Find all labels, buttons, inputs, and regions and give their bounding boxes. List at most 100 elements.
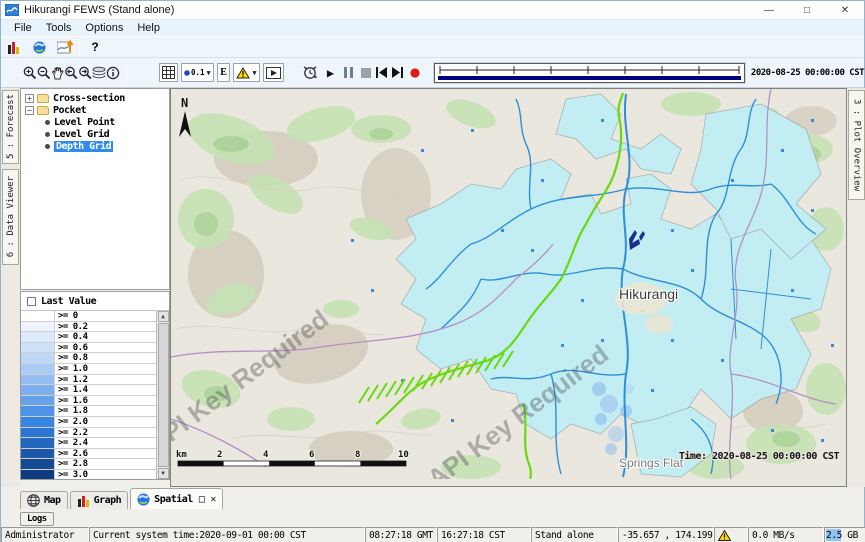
labels-toggle-button[interactable]: E: [217, 63, 231, 82]
legend-value-label: >= 0: [55, 311, 156, 321]
flat-label: Springs Flat: [619, 456, 684, 470]
minimize-button[interactable]: —: [750, 1, 788, 19]
thresholds-dropdown[interactable]: ▼: [233, 63, 259, 82]
tree-item-level-point[interactable]: Level Point: [21, 116, 169, 128]
tab-graph-label: Graph: [94, 495, 122, 506]
pause-icon[interactable]: [341, 63, 355, 83]
tab-map[interactable]: Map: [20, 491, 68, 509]
legend-value-label: >= 1.6: [55, 396, 156, 406]
legend-value-label: >= 0.8: [55, 353, 156, 363]
menu-item[interactable]: Options: [78, 22, 130, 34]
tab-spatial[interactable]: Spatial □ ✕: [130, 488, 223, 509]
sidebar-tab-forecast[interactable]: 5 : Forecast: [2, 90, 19, 164]
status-warning[interactable]: [714, 527, 748, 542]
legend-value-label: >= 0.2: [55, 322, 156, 332]
scrollbar-thumb[interactable]: [158, 323, 169, 467]
right-tab-strip: 3 : Plot Overview: [847, 88, 865, 487]
legend-row[interactable]: >= 1.8: [21, 406, 156, 417]
animation-dialog-icon[interactable]: [263, 63, 284, 82]
legend-color-swatch: [21, 449, 55, 459]
stop-icon[interactable]: [359, 63, 373, 83]
legend-header: Last Value: [21, 292, 169, 311]
tab-graph[interactable]: Graph: [70, 491, 129, 509]
help-button[interactable]: ?: [80, 37, 110, 57]
toolbar-separator: [126, 65, 127, 81]
bottom-tab-bar: Map Graph Spatial □ ✕: [20, 488, 223, 509]
tree-item-depth-grid[interactable]: Depth Grid: [21, 140, 169, 152]
play-icon[interactable]: ▶: [324, 63, 338, 83]
collapse-icon[interactable]: −: [25, 106, 34, 115]
legend-color-swatch: [21, 375, 55, 385]
legend-row[interactable]: >= 2.6: [21, 449, 156, 460]
bullet-icon: [45, 120, 50, 125]
legend-row[interactable]: >= 0.2: [21, 322, 156, 333]
menu-item[interactable]: Help: [130, 22, 167, 34]
last-value-checkbox[interactable]: [27, 297, 36, 306]
zoom-previous-icon[interactable]: [64, 63, 78, 83]
info-icon[interactable]: [106, 63, 120, 83]
legend-row[interactable]: >= 2.4: [21, 438, 156, 449]
status-system-time: Current system time:2020-09-01 00:00 CST: [89, 527, 365, 542]
tree-item-cross-section[interactable]: + Cross-section: [21, 92, 169, 104]
legend-row[interactable]: >= 0: [21, 311, 156, 322]
legend-row[interactable]: >= 0.8: [21, 353, 156, 364]
menu-item[interactable]: File: [7, 22, 39, 34]
legend-row[interactable]: >= 1.0: [21, 364, 156, 375]
scroll-down-icon[interactable]: ▼: [158, 468, 169, 479]
legend-row[interactable]: >= 1.6: [21, 396, 156, 407]
classification-value: 0.1: [191, 68, 205, 77]
close-tab-icon[interactable]: ✕: [210, 494, 216, 505]
logs-display-icon[interactable]: [1, 37, 27, 57]
expand-icon[interactable]: +: [25, 94, 34, 103]
globe-icon: [137, 493, 150, 506]
legend-row[interactable]: >= 2.8: [21, 459, 156, 470]
map-canvas[interactable]: API Key Required API Key Required Hikura…: [171, 89, 846, 479]
legend-row[interactable]: >= 2.2: [21, 428, 156, 439]
folder-icon: [37, 106, 49, 115]
svg-text:6: 6: [309, 450, 314, 460]
close-button[interactable]: ✕: [826, 1, 864, 19]
maximize-tab-icon[interactable]: □: [199, 494, 205, 505]
legend-row[interactable]: >= 0.4: [21, 332, 156, 343]
left-panel: + Cross-section − Pocket Level Point Lev…: [20, 88, 170, 487]
legend-row[interactable]: >= 0.6: [21, 343, 156, 354]
sidebar-tab-plot-overview[interactable]: 3 : Plot Overview: [848, 90, 865, 200]
logs-button[interactable]: Logs: [20, 512, 54, 526]
legend-color-swatch: [21, 406, 55, 416]
tab-map-label: Map: [44, 495, 61, 506]
memory-label: 2.5 GB: [826, 530, 858, 541]
time-slider[interactable]: [434, 63, 745, 83]
legend-row[interactable]: >= 1.2: [21, 375, 156, 386]
record-icon[interactable]: [408, 63, 422, 83]
scroll-up-icon[interactable]: ▲: [158, 311, 169, 322]
legend-value-label: >= 2.4: [55, 438, 156, 448]
legend-color-swatch: [21, 396, 55, 406]
zoom-next-icon[interactable]: [78, 63, 92, 83]
warning-icon: [718, 530, 731, 541]
sidebar-tab-data-viewer[interactable]: 6 : Data Viewer: [2, 169, 19, 265]
menu-item[interactable]: Tools: [39, 22, 79, 34]
time-settings-icon[interactable]: [302, 63, 318, 83]
tree-item-level-grid[interactable]: Level Grid: [21, 128, 169, 140]
tree-item-label: Cross-section: [53, 93, 125, 104]
logs-row: Logs: [20, 510, 54, 527]
tree-item-pocket[interactable]: − Pocket: [21, 104, 169, 116]
timeseries-display-icon[interactable]: [51, 37, 79, 57]
maximize-button[interactable]: □: [788, 1, 826, 19]
map-display-icon[interactable]: [27, 37, 51, 57]
status-gmt-time: 08:27:18 GMT: [365, 527, 437, 542]
town-label: Hikurangi: [619, 286, 678, 302]
pan-hand-icon[interactable]: [51, 63, 64, 83]
legend-color-swatch: [21, 332, 55, 342]
layers-icon[interactable]: [92, 63, 106, 83]
grid-toggle-icon[interactable]: [159, 63, 178, 82]
legend-row[interactable]: >= 1.4: [21, 385, 156, 396]
step-back-icon[interactable]: [375, 63, 389, 83]
classification-dropdown[interactable]: 0.1 ▼: [181, 63, 214, 82]
step-forward-icon[interactable]: [390, 63, 404, 83]
legend-row[interactable]: >= 2.0: [21, 417, 156, 428]
legend-row[interactable]: >= 3.0: [21, 470, 156, 479]
zoom-in-icon[interactable]: [23, 63, 37, 83]
zoom-out-icon[interactable]: [37, 63, 51, 83]
legend-scrollbar[interactable]: ▲ ▼: [156, 311, 169, 479]
